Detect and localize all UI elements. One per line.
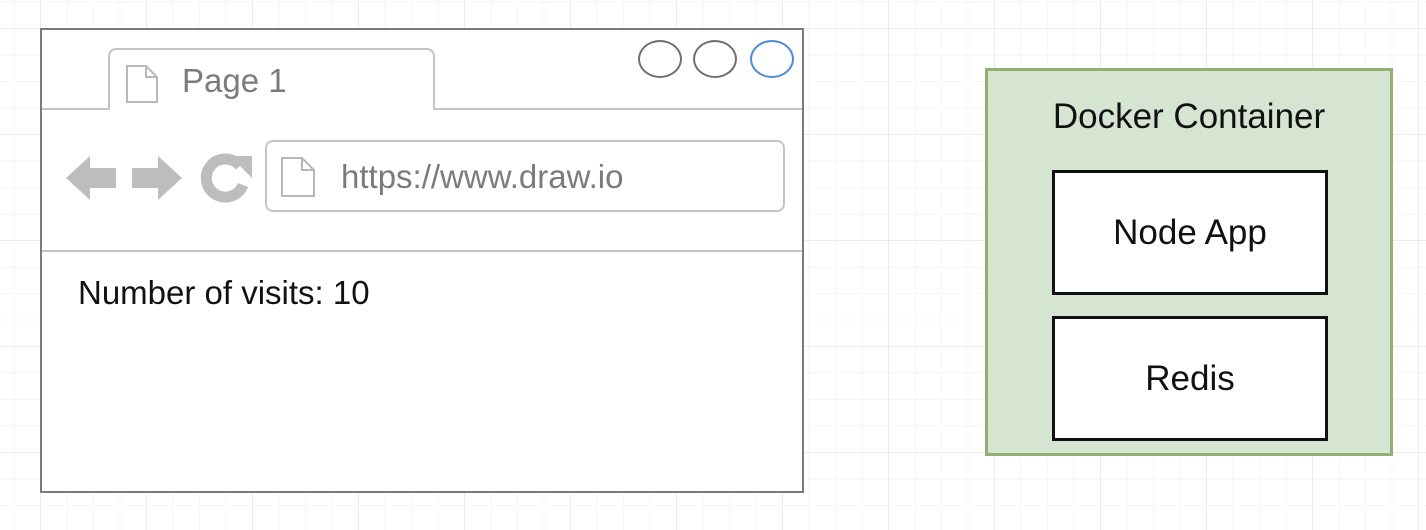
tab-bar: Page 1	[42, 30, 802, 112]
forward-arrow-icon[interactable]	[130, 152, 184, 204]
reload-icon[interactable]	[200, 152, 254, 204]
tab-label: Page 1	[182, 62, 287, 99]
back-arrow-icon[interactable]	[64, 152, 118, 204]
url-text: https://www.draw.io	[341, 158, 624, 195]
minimize-button[interactable]	[638, 40, 682, 78]
url-bar[interactable]: https://www.draw.io	[265, 140, 785, 212]
node-app-box: Node App	[1052, 170, 1328, 295]
docker-container: Docker Container Node App Redis	[985, 68, 1393, 456]
toolbar-divider	[42, 250, 802, 252]
browser-window: Page 1 https://www.draw.io Number of vis…	[40, 28, 804, 493]
document-icon	[126, 65, 158, 103]
docker-container-title: Docker Container	[1052, 97, 1326, 136]
redis-box: Redis	[1052, 316, 1328, 441]
maximize-button[interactable]	[693, 40, 737, 78]
document-icon	[281, 157, 315, 197]
tab-page-1[interactable]: Page 1	[108, 48, 435, 112]
visit-counter-text: Number of visits: 10	[78, 274, 370, 311]
close-button[interactable]	[750, 40, 794, 78]
